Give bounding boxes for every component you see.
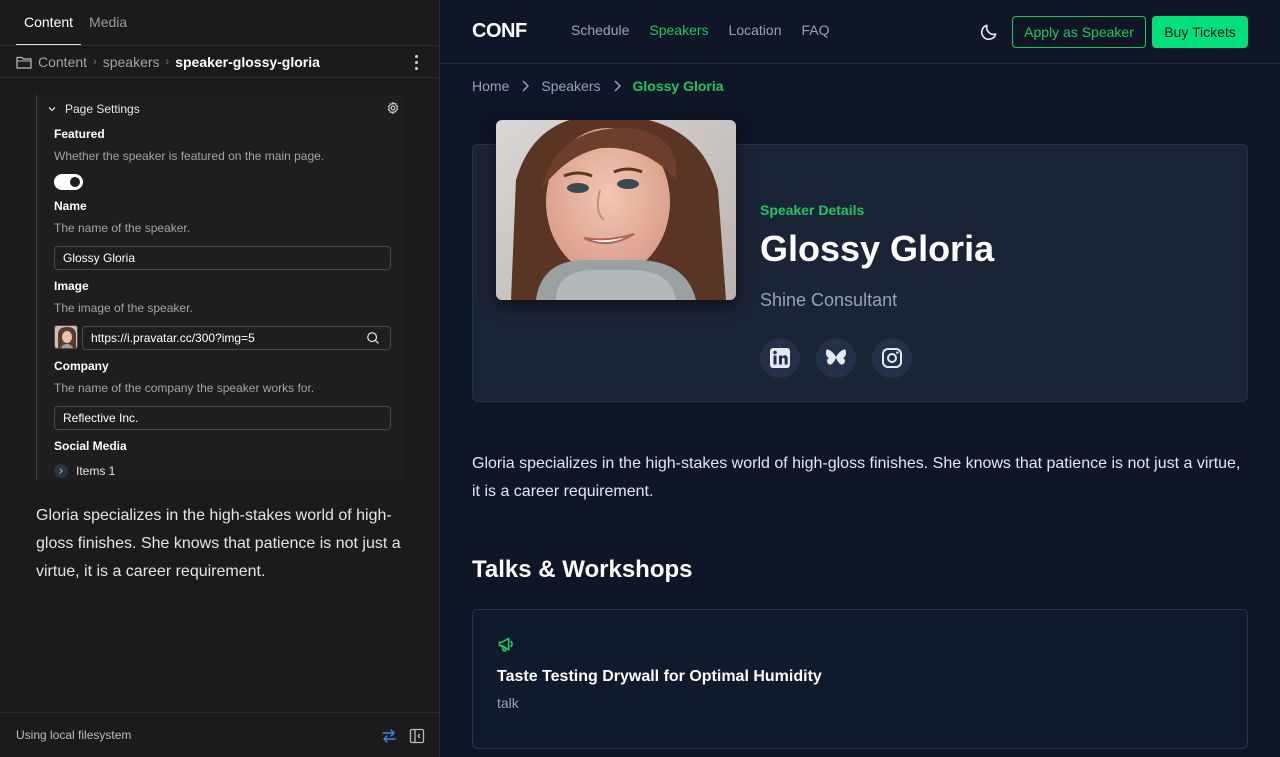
company-field[interactable]: Reflective Inc. <box>54 406 391 430</box>
page-settings-title: Page Settings <box>65 102 140 116</box>
nav-speakers[interactable]: Speakers <box>649 22 708 38</box>
breadcrumb-current: Glossy Gloria <box>632 78 724 94</box>
gear-icon[interactable] <box>386 101 400 115</box>
bluesky-link[interactable] <box>816 338 856 378</box>
company-description: The name of the company the speaker work… <box>54 381 315 395</box>
featured-description: Whether the speaker is featured on the m… <box>54 149 325 163</box>
breadcrumb-speakers[interactable]: Speakers <box>541 78 600 94</box>
breadcrumb-current: speaker-glossy-gloria <box>175 54 320 70</box>
name-field[interactable]: Glossy Gloria <box>54 246 391 270</box>
image-thumbnail[interactable] <box>54 325 78 349</box>
cms-footer: Using local filesystem <box>0 712 439 757</box>
chevron-right-icon <box>613 80 621 92</box>
image-description: The image of the speaker. <box>54 301 193 315</box>
talk-type: talk <box>497 695 519 711</box>
linkedin-icon <box>770 348 790 368</box>
speaker-bio: Gloria specializes in the high-stakes wo… <box>472 455 1241 500</box>
talks-heading: Talks & Workshops <box>472 556 693 583</box>
breadcrumb-root[interactable]: Content <box>38 54 87 70</box>
buy-tickets-button[interactable]: Buy Tickets <box>1152 16 1248 48</box>
instagram-icon <box>882 348 902 368</box>
featured-label: Featured <box>54 127 105 141</box>
site-breadcrumb: Home Speakers Glossy Gloria <box>472 78 724 94</box>
social-media-label: Social Media <box>54 439 127 453</box>
speaker-eyebrow: Speaker Details <box>760 202 865 218</box>
speaker-company: Shine Consultant <box>760 290 898 310</box>
items-count-label: Items 1 <box>76 464 116 478</box>
site-preview: CONF Schedule Speakers Location FAQ Appl… <box>440 0 1280 757</box>
image-url-value: https://i.pravatar.cc/300?img=5 <box>91 331 255 345</box>
folder-icon <box>16 56 32 69</box>
linkedin-link[interactable] <box>760 338 800 378</box>
breadcrumb-folder[interactable]: speakers <box>103 54 160 70</box>
page-settings-panel: Page Settings Featured Whether the speak… <box>36 95 406 480</box>
social-media-items[interactable]: Items 1 <box>54 464 115 478</box>
cms-panel: Content Media Content › speakers › speak… <box>0 0 440 757</box>
speaker-name: Glossy Gloria <box>760 228 995 269</box>
chevron-down-icon <box>48 107 56 112</box>
featured-toggle[interactable] <box>54 174 83 190</box>
storage-status: Using local filesystem <box>16 728 132 742</box>
cms-body-text[interactable]: Gloria specializes in the high-stakes wo… <box>36 502 406 586</box>
image-label: Image <box>54 279 89 293</box>
logo[interactable]: CONF <box>472 20 527 43</box>
speaker-photo <box>496 120 736 300</box>
instagram-link[interactable] <box>872 338 912 378</box>
company-label: Company <box>54 359 109 373</box>
chevron-right-icon <box>54 464 68 478</box>
more-options-icon[interactable] <box>408 52 424 72</box>
chevron-right-icon: › <box>93 56 97 68</box>
breadcrumb-divider <box>0 77 439 78</box>
talk-card[interactable]: Taste Testing Drywall for Optimal Humidi… <box>472 609 1248 749</box>
talk-title: Taste Testing Drywall for Optimal Humidi… <box>497 668 822 685</box>
nav-location[interactable]: Location <box>729 22 782 38</box>
apply-speaker-button[interactable]: Apply as Speaker <box>1012 16 1146 48</box>
image-url-field[interactable]: https://i.pravatar.cc/300?img=5 <box>82 326 391 350</box>
megaphone-icon <box>498 637 513 652</box>
tabs-divider <box>0 45 439 46</box>
search-icon[interactable] <box>366 331 380 345</box>
tab-content[interactable]: Content <box>16 0 82 45</box>
tab-media[interactable]: Media <box>81 0 135 45</box>
breadcrumb: Content › speakers › speaker-glossy-glor… <box>16 50 424 74</box>
name-label: Name <box>54 199 87 213</box>
moon-icon[interactable] <box>979 22 999 42</box>
chevron-right-icon <box>522 80 530 92</box>
breadcrumb-home[interactable]: Home <box>472 78 509 94</box>
nav-schedule[interactable]: Schedule <box>571 22 629 38</box>
sidebar-collapse-icon[interactable] <box>409 728 425 744</box>
bluesky-icon <box>826 349 846 365</box>
main-nav: Schedule Speakers Location FAQ <box>571 22 830 38</box>
swap-icon[interactable] <box>381 728 397 744</box>
top-navbar: CONF Schedule Speakers Location FAQ Appl… <box>440 0 1280 64</box>
page-settings-header[interactable]: Page Settings <box>47 100 402 118</box>
name-description: The name of the speaker. <box>54 221 191 235</box>
cms-tabs: Content Media <box>16 0 135 45</box>
chevron-right-icon: › <box>165 56 170 68</box>
nav-faq[interactable]: FAQ <box>801 22 829 38</box>
